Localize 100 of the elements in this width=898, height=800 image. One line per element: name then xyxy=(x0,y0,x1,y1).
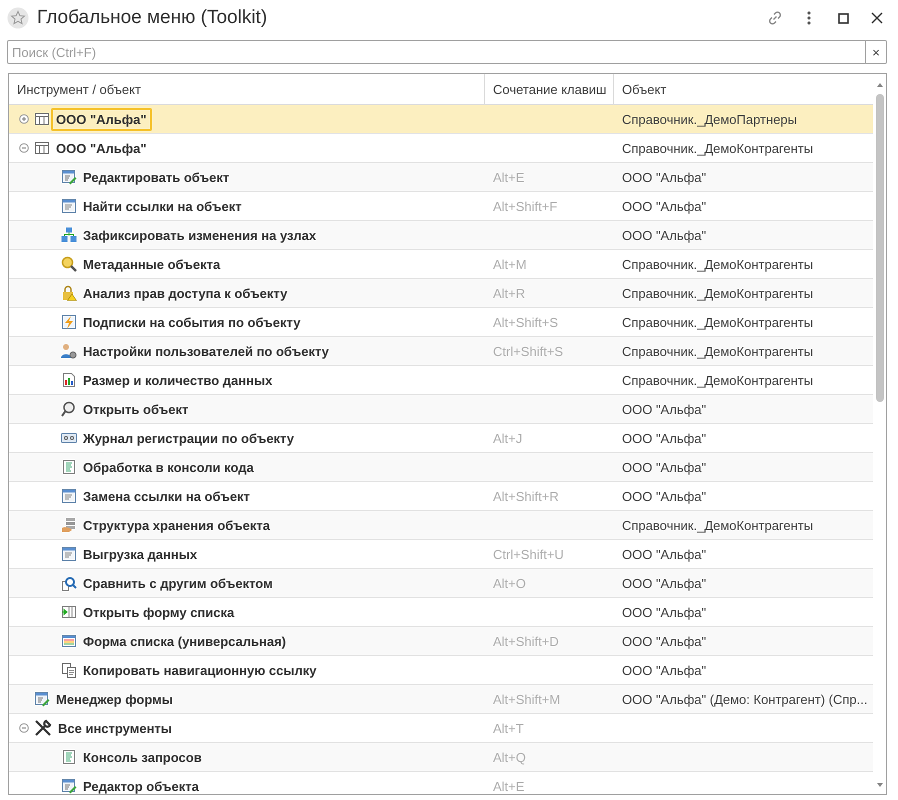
table-row[interactable]: Настройки пользователей по объекту Ctrl+Shift+S Справочник._ДемоКонтрагенты xyxy=(9,337,873,366)
shortcut-text: Alt+M xyxy=(493,256,527,272)
database-icon xyxy=(61,517,77,533)
table-row[interactable]: Редактировать объект Alt+E ООО "Альфа" xyxy=(9,163,873,192)
collapse-icon[interactable] xyxy=(19,143,29,153)
log-icon xyxy=(61,430,77,446)
tool-name: Редактор объекта xyxy=(82,778,200,794)
shortcut-text: Alt+T xyxy=(493,720,524,736)
form-icon xyxy=(61,198,77,214)
table-row[interactable]: Сравнить с другим объектом Alt+O ООО "Альфа" xyxy=(9,569,873,598)
table-row[interactable]: Консоль запросов Alt+Q xyxy=(9,743,873,772)
shortcut-text: Alt+Shift+D xyxy=(493,634,559,648)
shortcut-text: Alt+R xyxy=(493,286,526,300)
shortcut-text: Alt+Shift+M xyxy=(493,692,560,706)
tool-name: Структура хранения объекта xyxy=(82,516,271,535)
search-icon xyxy=(61,401,77,417)
list-open-icon xyxy=(61,604,77,620)
object-text: Справочник._ДемоКонтрагенты xyxy=(622,286,814,300)
tool-name: Зафиксировать изменения на узлах xyxy=(82,226,318,245)
object-text: Справочник._ДемоКонтрагенты xyxy=(622,256,814,272)
lock-icon xyxy=(61,285,77,301)
table-row[interactable]: Обработка в консоли кода ООО "Альфа" xyxy=(9,453,873,482)
column-header[interactable]: Сочетание клавиш xyxy=(485,74,614,104)
window-title: Глобальное меню (Toolkit) xyxy=(37,7,268,29)
object-text: ООО "Альфа" xyxy=(622,402,706,416)
object-text: Справочник._ДемоКонтрагенты xyxy=(622,372,814,388)
table-icon xyxy=(34,111,50,127)
document-icon xyxy=(61,749,77,765)
tool-name: Обработка в консоли кода xyxy=(82,458,255,477)
tool-name: Подписки на события по объекту xyxy=(82,314,302,332)
object-text: ООО "Альфа" xyxy=(622,198,706,214)
magnifier-icon xyxy=(61,256,77,272)
shortcut-text: Ctrl+Shift+U xyxy=(493,546,564,562)
close-icon[interactable] xyxy=(871,12,883,24)
table-row[interactable]: Менеджер формы Alt+Shift+M ООО "Альфа" (Демо: Контрагент) (Спр... xyxy=(9,685,873,714)
shortcut-text: Alt+Q xyxy=(493,750,526,764)
object-text: Справочник._ДемоПартнеры xyxy=(622,112,797,126)
table-row[interactable]: Открыть объект ООО "Альфа" xyxy=(9,395,873,424)
object-text: Справочник._ДемоКонтрагенты xyxy=(622,140,814,156)
shortcut-text: Alt+J xyxy=(493,430,522,446)
table-row[interactable]: Структура хранения объекта Справочник._ДемоКонтрагенты xyxy=(9,511,873,540)
tool-name: Настройки пользователей по объекту xyxy=(82,342,330,361)
tool-name: Журнал регистрации по объекту xyxy=(82,430,295,448)
table-icon xyxy=(34,140,50,156)
nodes-icon xyxy=(61,227,77,243)
object-text: ООО "Альфа" (Демо: Контрагент) (Спр... xyxy=(622,692,868,706)
clear-button[interactable]: × xyxy=(865,40,887,64)
object-text: ООО "Альфа" xyxy=(622,576,706,590)
tool-name: Сравнить с другим объектом xyxy=(82,574,274,593)
object-text: ООО "Альфа" xyxy=(622,460,706,474)
maximize-icon[interactable] xyxy=(838,12,848,24)
tool-name: Открыть объект xyxy=(82,400,190,419)
scroll-down-icon[interactable] xyxy=(876,782,884,788)
form-icon xyxy=(61,488,77,504)
object-text: ООО "Альфа" xyxy=(622,662,706,678)
search-field[interactable]: Поиск (Ctrl+F) xyxy=(7,40,865,64)
edit-form-icon xyxy=(61,169,77,185)
list-icon xyxy=(61,633,77,649)
copy-icon xyxy=(61,662,77,678)
tool-name: Размер и количество данных xyxy=(82,372,274,390)
more-icon[interactable] xyxy=(807,11,811,25)
table-row[interactable]: Зафиксировать изменения на узлах ООО "Альфа" xyxy=(9,221,873,250)
shortcut-text: Alt+Shift+S xyxy=(493,314,558,330)
tool-name: Найти ссылки на объект xyxy=(82,198,243,216)
object-text: ООО "Альфа" xyxy=(622,430,706,446)
table-row[interactable]: Форма списка (универсальная) Alt+Shift+D ООО "Альфа" xyxy=(9,627,873,656)
tool-name: Замена ссылки на объект xyxy=(82,488,251,506)
expand-icon[interactable] xyxy=(19,114,29,124)
object-text: Справочник._ДемоКонтрагенты xyxy=(622,314,814,330)
object-text: Справочник._ДемоКонтрагенты xyxy=(622,344,814,358)
object-text: ООО "Альфа" xyxy=(622,634,706,648)
scroll-up-icon[interactable] xyxy=(876,82,884,88)
edit-form-icon xyxy=(61,778,77,794)
tool-name: Выгрузка данных xyxy=(82,546,198,564)
document-icon xyxy=(61,459,77,475)
table-row[interactable]: Анализ прав доступа к объекту Alt+R Справочник._ДемоКонтрагенты xyxy=(9,279,873,308)
column-header[interactable]: Инструмент / объект xyxy=(9,74,485,104)
object-text: ООО "Альфа" xyxy=(622,170,706,184)
link-icon[interactable] xyxy=(767,10,783,26)
object-text: ООО "Альфа" xyxy=(622,546,706,562)
shortcut-text: Alt+O xyxy=(493,576,526,590)
tool-name: Все инструменты xyxy=(57,720,173,738)
collapse-icon[interactable] xyxy=(19,723,29,733)
shortcut-text: Ctrl+Shift+S xyxy=(493,344,564,358)
tool-name: Форма списка (универсальная) xyxy=(82,632,288,651)
tool-name: Открыть форму списка xyxy=(82,604,236,622)
chart-icon xyxy=(61,372,77,388)
tool-name: Копировать навигационную ссылку xyxy=(82,662,318,680)
column-header[interactable]: Объект xyxy=(614,74,873,104)
lightning-icon xyxy=(61,314,77,330)
table-row[interactable]: ООО "Альфа" Справочник._ДемоПартнеры xyxy=(9,105,873,134)
shortcut-text: Alt+E xyxy=(493,778,524,794)
scrollbar-thumb[interactable] xyxy=(876,94,884,402)
tool-name: ООО "Альфа" xyxy=(51,108,152,130)
tool-name: Анализ прав доступа к объекту xyxy=(82,284,288,303)
tool-name: ООО "Альфа" xyxy=(55,140,148,158)
compare-icon xyxy=(61,575,77,591)
tools-icon xyxy=(34,719,52,737)
shortcut-text: Alt+Shift+R xyxy=(493,488,559,504)
shortcut-text: Alt+E xyxy=(493,170,524,184)
